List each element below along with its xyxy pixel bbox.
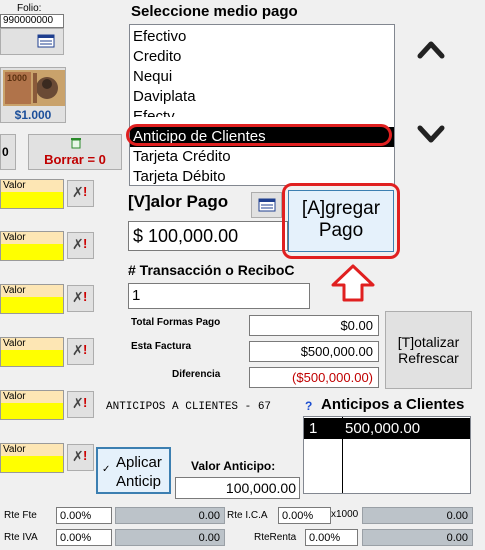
folio-label: Folio: — [17, 3, 42, 14]
rte-renta-label: RteRenta — [254, 532, 297, 543]
list-item-nequi[interactable]: Nequi — [130, 67, 394, 87]
valor-field-2[interactable]: Valor — [0, 231, 64, 261]
remove-bang-icon: ! — [83, 289, 88, 304]
table-icon — [37, 34, 55, 48]
totalizar-label-2: Refrescar — [398, 350, 459, 366]
zero-label: 0 — [2, 145, 9, 159]
remove-x-icon: ✗ — [72, 448, 84, 464]
rte-fte-value: 0.00 — [115, 507, 225, 524]
anticipo-row-amount: 500,000.00 — [345, 420, 421, 437]
rte-ica-pct[interactable]: 0.00% — [278, 507, 331, 524]
remove-x-icon: ✗ — [72, 342, 84, 358]
remove-x-icon: ✗ — [72, 395, 84, 411]
anticipos-count-text: ANTICIPOS A CLIENTES - 67 — [106, 401, 272, 413]
rte-iva-pct[interactable]: 0.00% — [56, 529, 112, 546]
valor-pago-lookup-button[interactable] — [251, 192, 282, 218]
arrow-up-icon — [331, 264, 375, 302]
diferencia-label: Diferencia — [172, 369, 221, 380]
list-item-credito[interactable]: Credito — [130, 47, 394, 67]
banknote-price: $1.000 — [14, 108, 52, 122]
folio-lookup-button[interactable] — [0, 28, 64, 55]
remove-button-1[interactable]: ✗! — [67, 180, 94, 207]
remove-bang-icon: ! — [83, 184, 88, 199]
rte-renta-pct[interactable]: 0.00% — [305, 529, 358, 546]
list-item-efectivo[interactable]: Efectivo — [130, 27, 394, 47]
agregar-pago-label-1: [A]gregar — [301, 198, 381, 219]
remove-x-icon: ✗ — [72, 184, 84, 200]
list-item-tarjeta-credito[interactable]: Tarjeta Crédito — [130, 147, 394, 167]
valor-anticipo-input[interactable]: 100,000.00 — [175, 477, 300, 499]
valor-field-3[interactable]: Valor — [0, 284, 64, 314]
valor-field-label: Valor — [1, 285, 63, 297]
anticipos-help-icon[interactable]: ? — [305, 399, 312, 413]
diferencia-value: ($500,000.00) — [249, 367, 379, 388]
transaccion-input[interactable]: 1 — [128, 283, 310, 309]
rte-iva-label: Rte IVA — [4, 532, 38, 543]
table-row[interactable]: 1 500,000.00 — [304, 418, 470, 439]
total-formas-pago-value: $0.00 — [249, 315, 379, 336]
valor-field-label: Valor — [1, 391, 63, 403]
valor-pago-label: [V]alor Pago — [128, 192, 229, 211]
remove-button-6[interactable]: ✗! — [67, 444, 94, 471]
remove-x-icon: ✗ — [72, 236, 84, 252]
valor-field-label: Valor — [1, 180, 63, 192]
remove-x-icon: ✗ — [72, 289, 84, 305]
rte-fte-label: Rte Fte — [4, 510, 37, 521]
anticipo-row-id: 1 — [309, 420, 318, 437]
valor-field-5[interactable]: Valor — [0, 390, 64, 420]
valor-field-label: Valor — [1, 232, 63, 244]
borrar-label: Borrar = 0 — [44, 152, 106, 167]
valor-anticipo-label: Valor Anticipo: — [191, 459, 276, 473]
borrar-button[interactable]: Borrar = 0 — [28, 134, 122, 170]
list-item-efecty[interactable]: Efecty — [130, 107, 394, 117]
valor-field-4[interactable]: Valor — [0, 337, 64, 367]
rte-renta-value: 0.00 — [362, 529, 473, 546]
highlight-ring — [126, 124, 392, 146]
valor-field-label: Valor — [1, 444, 63, 456]
aplicar-anticipo-button[interactable]: ✓ Aplicar Anticip — [96, 447, 171, 494]
esta-factura-value: $500,000.00 — [249, 341, 379, 362]
anticipos-grid[interactable]: 1 500,000.00 — [303, 416, 471, 494]
rte-fte-pct[interactable]: 0.00% — [56, 507, 112, 524]
check-icon: ✓ — [102, 464, 111, 475]
totalizar-button[interactable]: [T]otalizar Refrescar — [385, 311, 472, 389]
remove-bang-icon: ! — [83, 448, 88, 463]
remove-button-3[interactable]: ✗! — [67, 285, 94, 312]
remove-button-5[interactable]: ✗! — [67, 391, 94, 418]
totalizar-label-1: [T]otalizar — [397, 334, 460, 350]
remove-bang-icon: ! — [83, 342, 88, 357]
remove-bang-icon: ! — [83, 395, 88, 410]
valor-field-label: Valor — [1, 338, 63, 350]
agregar-pago-button[interactable]: [A]gregar Pago — [288, 190, 394, 252]
chevron-down-icon[interactable] — [416, 124, 446, 146]
remove-button-2[interactable]: ✗! — [67, 232, 94, 259]
aplicar-label-1: Aplicar — [116, 454, 162, 471]
x1000-label: x1000 — [331, 509, 359, 520]
table-icon — [258, 198, 276, 212]
esta-factura-label: Esta Factura — [131, 341, 192, 352]
banknote-text: 1000 — [7, 73, 28, 83]
total-formas-pago-label: Total Formas Pago — [131, 317, 221, 328]
aplicar-label-2: Anticip — [116, 473, 162, 490]
remove-bang-icon: ! — [83, 236, 88, 251]
rte-iva-value: 0.00 — [115, 529, 225, 546]
medio-pago-title: Seleccione medio pago — [131, 3, 298, 20]
zero-button[interactable]: 0 — [0, 134, 16, 170]
valor-field-6[interactable]: Valor — [0, 443, 64, 473]
trash-icon — [71, 138, 81, 149]
list-item-daviplata[interactable]: Daviplata — [130, 87, 394, 107]
agregar-pago-label-2: Pago — [318, 220, 364, 241]
banknote-button[interactable]: 1000 $1.000 — [0, 67, 66, 123]
valor-pago-input[interactable]: $ 100,000.00 — [128, 221, 288, 251]
transaccion-label: # Transacción o ReciboC — [128, 262, 295, 278]
valor-field-1[interactable]: Valor — [0, 179, 64, 209]
rte-ica-label: Rte I.C.A — [227, 510, 268, 521]
chevron-up-icon[interactable] — [416, 38, 446, 60]
rte-ica-value: 0.00 — [362, 507, 473, 524]
anticipos-title: Anticipos a Clientes — [321, 396, 465, 413]
remove-button-4[interactable]: ✗! — [67, 338, 94, 365]
folio-input[interactable]: 990000000 — [0, 14, 64, 28]
medio-pago-list[interactable]: Efectivo Credito Nequi Daviplata Efecty … — [129, 24, 395, 186]
